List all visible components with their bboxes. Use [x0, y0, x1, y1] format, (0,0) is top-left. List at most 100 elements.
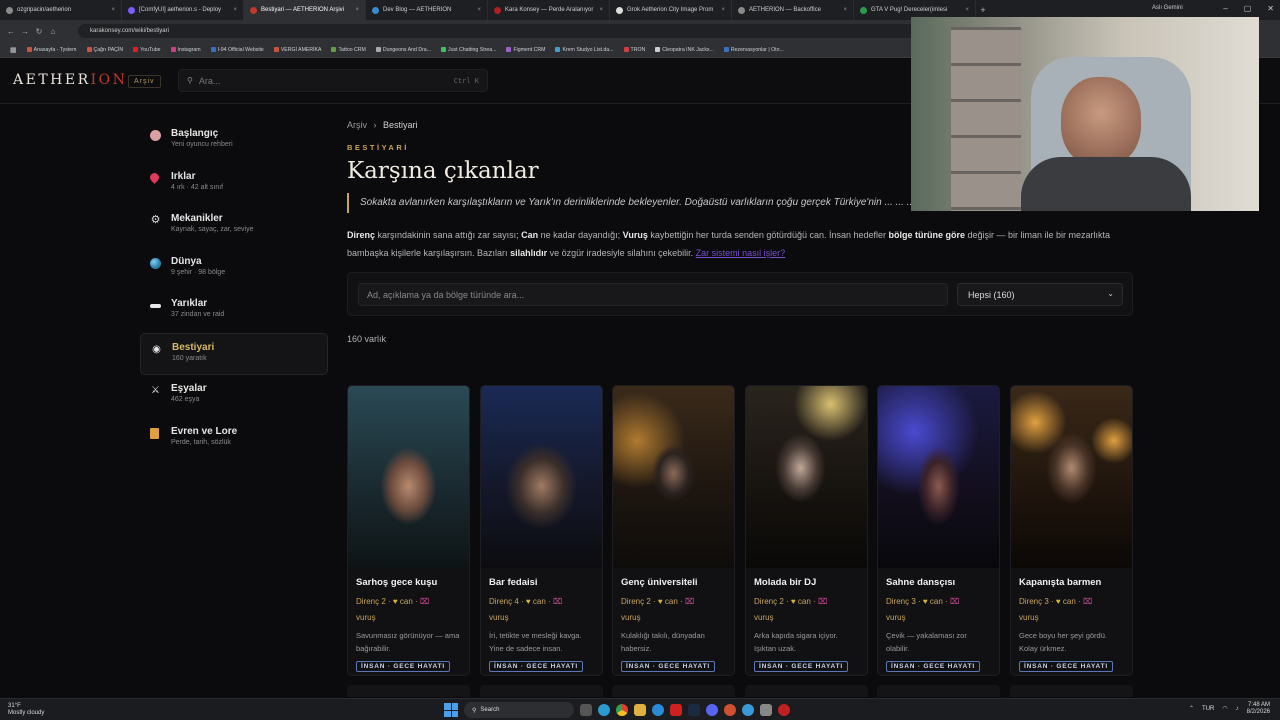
bookmark[interactable]: Rezervasyonlar | Oto...: [723, 47, 784, 53]
close-icon[interactable]: ×: [721, 7, 725, 13]
bookmark[interactable]: Just Chatting Strea...: [441, 47, 496, 53]
breadcrumb-link-arsiv[interactable]: Arşiv: [347, 120, 367, 130]
browser-tab[interactable]: [ComfyUI] aetherion.s - Deploy ×: [122, 0, 244, 20]
app-icon[interactable]: [778, 704, 790, 716]
app-icon[interactable]: [742, 704, 754, 716]
edge-icon[interactable]: [598, 704, 610, 716]
close-icon[interactable]: ×: [477, 7, 481, 13]
creature-name: Sahne dansçısı: [886, 577, 956, 588]
home-icon[interactable]: ⌂: [46, 27, 60, 36]
close-icon[interactable]: ×: [965, 7, 969, 13]
volume-icon[interactable]: ♪: [1236, 706, 1239, 713]
creature-portrait: [613, 386, 734, 568]
creature-card-next-row[interactable]: [1010, 685, 1133, 697]
browser-tab-active[interactable]: Bestiyari — AETHERION Arşivi ×: [244, 0, 366, 20]
close-icon[interactable]: ×: [843, 7, 847, 13]
site-logo[interactable]: AETHERION: [13, 72, 127, 88]
sidebar-item-mekanikler[interactable]: ⚙ Mekanikler Kaynak, sayaç, zar, seviye: [140, 205, 328, 248]
file-explorer-icon[interactable]: [634, 704, 646, 716]
url-field[interactable]: karakonsey.com/wiki/bestiyari: [78, 24, 958, 38]
language-indicator[interactable]: TUR: [1202, 706, 1214, 713]
tray-chevron-icon[interactable]: ⌃: [1189, 706, 1194, 713]
task-view-icon[interactable]: [580, 704, 592, 716]
skype-icon[interactable]: [652, 704, 664, 716]
bookmark-icon: [555, 47, 561, 52]
bookmark[interactable]: YouTube: [133, 47, 161, 53]
site-search[interactable]: ⚲ Ara... Ctrl K: [178, 69, 488, 92]
browser-tab[interactable]: AETHERION — Backoffice ×: [732, 0, 854, 20]
browser-tab[interactable]: Grok Aetherion City Image Prom ×: [610, 0, 732, 20]
creature-card[interactable]: Molada bir DJ Direnç 2 · ♥ can · ⌧ vuruş …: [745, 385, 868, 676]
sidebar-item-evren-ve-lore[interactable]: Evren ve Lore Perde, tarih, sözlük: [140, 418, 328, 461]
windows-start-icon[interactable]: [444, 703, 458, 717]
creature-card[interactable]: Sahne dansçısı Direnç 3 · ♥ can · ⌧ vuruş…: [877, 385, 1000, 676]
browser-tab[interactable]: Dev Blog — AETHERION ×: [366, 0, 488, 20]
profile-name[interactable]: Aslı Gemini: [1152, 5, 1183, 11]
creature-card-next-row[interactable]: [877, 685, 1000, 697]
search-icon: ⚲: [472, 707, 477, 714]
book-icon: [150, 427, 159, 439]
creature-card[interactable]: Bar fedaisi Direnç 4 · ♥ can · ⌧ vuruş İr…: [480, 385, 603, 676]
sidebar: Başlangıç Yeni oyuncu rehberi Irklar 4 ırk…: [140, 120, 328, 460]
sidebar-item-irklar[interactable]: Irklar 4 ırk · 42 alt sınıf: [140, 163, 328, 206]
sidebar-item-esyalar[interactable]: ⚔ Eşyalar 462 eşya: [140, 375, 328, 418]
creature-stats: Direnç 4 · ♥ can · ⌧ vuruş: [489, 597, 563, 622]
creature-card[interactable]: Kapanışta barmen Direnç 3 · ♥ can · ⌧ vur…: [1010, 385, 1133, 676]
sidebar-item-yariklar[interactable]: Yarıklar 37 zindan ve raid: [140, 290, 328, 333]
bookmark[interactable]: Dungeons And Dra...: [375, 47, 431, 53]
bookmark[interactable]: I-94 Official Website: [210, 47, 264, 53]
close-icon[interactable]: ×: [111, 7, 115, 13]
bookmark-icon: [441, 47, 447, 52]
creature-card[interactable]: Genç üniversiteli Direnç 2 · ♥ can · ⌧ vu…: [612, 385, 735, 676]
bookmark[interactable]: Figment CRM: [506, 47, 545, 53]
app-icon[interactable]: [724, 704, 736, 716]
back-icon[interactable]: ←: [4, 27, 18, 36]
steam-icon[interactable]: [688, 704, 700, 716]
creature-card-next-row[interactable]: [745, 685, 868, 697]
discord-icon[interactable]: [706, 704, 718, 716]
creature-description: Çevik — yakalaması zor olabilir.: [886, 631, 967, 653]
apps-icon[interactable]: ▦: [10, 46, 17, 54]
chrome-icon[interactable]: [616, 704, 628, 716]
dice-system-link[interactable]: Zar sistemi nasıl işler?: [696, 248, 786, 258]
weather-widget[interactable]: 31°F Mostly cloudy: [8, 703, 44, 717]
forward-icon[interactable]: →: [18, 27, 32, 36]
new-tab-button[interactable]: +: [976, 5, 990, 15]
app-icon[interactable]: [760, 704, 772, 716]
browser-tab[interactable]: Kara Konsey — Perde Aralanıyor ×: [488, 0, 610, 20]
bookmark[interactable]: Tattoo CRM: [331, 47, 366, 53]
crossed-swords-icon: ⚔: [151, 385, 160, 396]
creature-card-next-row[interactable]: [347, 685, 470, 697]
bookmark[interactable]: Çağrı PAÇİN: [86, 47, 123, 53]
clock[interactable]: 7:48 AM 8/2/2026: [1247, 702, 1270, 716]
creature-tag: İNSAN · GECE HAYATI: [621, 661, 715, 672]
sidebar-item-baslangic[interactable]: Başlangıç Yeni oyuncu rehberi: [140, 120, 328, 163]
sidebar-item-bestiyari[interactable]: ◉ Bestiyari 160 yaratık: [140, 332, 328, 375]
creature-description: Savunmasız görünüyor — ama bağırabilir.: [356, 631, 460, 653]
bookmark[interactable]: VERGİ AMERİKA: [273, 47, 321, 53]
bookmark-icon: [26, 47, 32, 52]
bookmark[interactable]: Krem Studyo List.da...: [555, 47, 614, 53]
sidebar-item-dunya[interactable]: Dünya 9 şehir · 98 bölge: [140, 248, 328, 291]
close-icon[interactable]: ×: [355, 7, 359, 13]
close-window-icon[interactable]: ✕: [1267, 4, 1274, 13]
bookmark[interactable]: Cleopatra INK Jacks...: [655, 47, 714, 53]
maximize-icon[interactable]: ▢: [1244, 4, 1252, 13]
wifi-icon[interactable]: ◠: [1222, 706, 1227, 713]
creature-card-next-row[interactable]: [480, 685, 603, 697]
creature-card-next-row[interactable]: [612, 685, 735, 697]
taskbar-search[interactable]: ⚲ Search: [464, 702, 574, 718]
close-icon[interactable]: ×: [233, 7, 237, 13]
bookmark[interactable]: Instagram: [170, 47, 201, 53]
adobe-icon[interactable]: [670, 704, 682, 716]
minimize-icon[interactable]: –: [1223, 4, 1227, 13]
browser-tab[interactable]: ozgripacin/aetherion ×: [0, 0, 122, 20]
breadcrumb-separator: ›: [373, 120, 377, 130]
bookmark[interactable]: TRON: [623, 47, 645, 53]
reload-icon[interactable]: ↻: [32, 27, 46, 36]
creature-card[interactable]: Sarhoş gece kuşu Direnç 2 · ♥ can · ⌧ vur…: [347, 385, 470, 676]
bookmark[interactable]: Anasayfa - Tystem: [26, 47, 77, 53]
bestiary-search-input[interactable]: Ad, açıklama ya da bölge türünde ara...: [358, 283, 948, 306]
category-select[interactable]: Hepsi (160) ⌄: [957, 283, 1123, 306]
close-icon[interactable]: ×: [599, 7, 603, 13]
